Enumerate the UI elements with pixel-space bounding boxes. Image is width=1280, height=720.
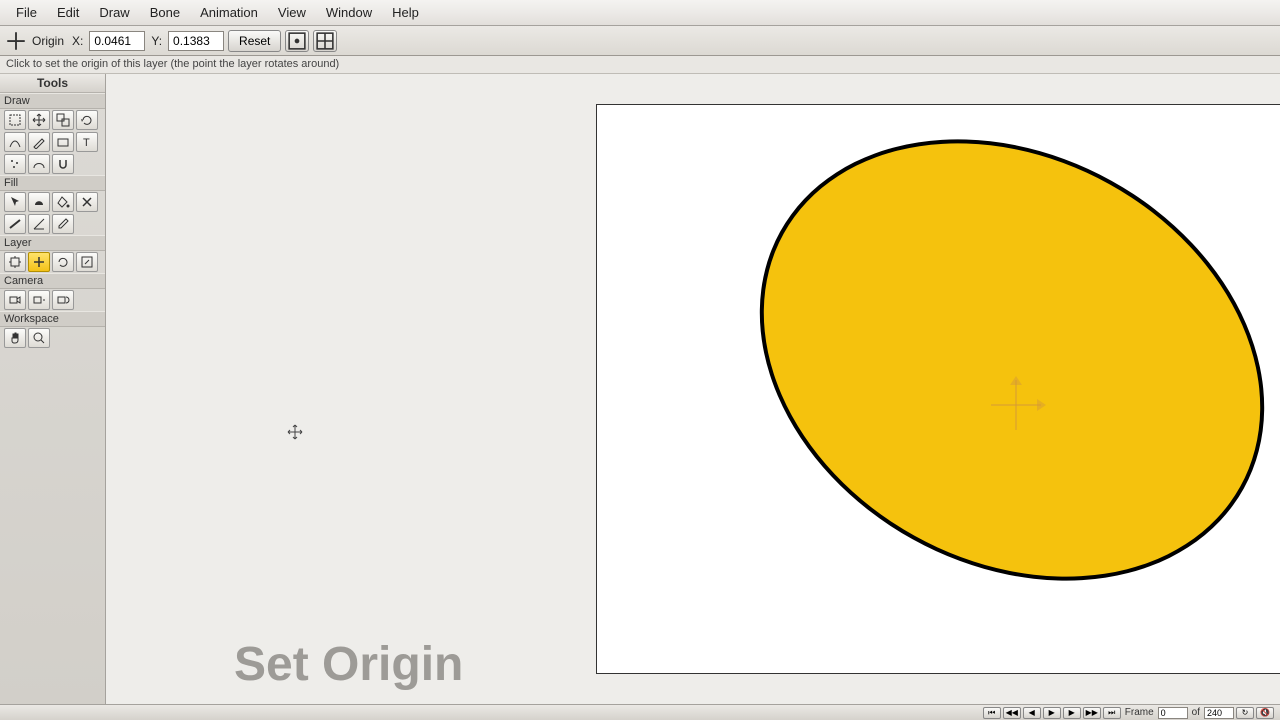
total-frames-input[interactable] xyxy=(1204,707,1234,719)
frame-back-button[interactable]: ◀ xyxy=(1023,707,1041,719)
scale-tool[interactable] xyxy=(52,110,74,130)
play-button[interactable]: ▶ xyxy=(1043,707,1061,719)
crosshair-icon xyxy=(314,30,336,52)
track-camera-tool[interactable] xyxy=(4,290,26,310)
rotate-tool[interactable] xyxy=(76,110,98,130)
menu-help[interactable]: Help xyxy=(382,2,429,23)
step-forward-button[interactable]: ▶▶ xyxy=(1083,707,1101,719)
options-bar: Origin X: Y: Reset xyxy=(0,26,1280,56)
group-draw-label: Draw xyxy=(0,93,105,109)
center-icon xyxy=(286,30,308,52)
move-cursor-icon xyxy=(287,424,303,440)
show-origin-button[interactable] xyxy=(313,30,337,52)
group-workspace-label: Workspace xyxy=(0,311,105,327)
add-point-tool[interactable] xyxy=(4,132,26,152)
eyedropper-tool[interactable] xyxy=(52,214,74,234)
create-shape-tool[interactable] xyxy=(28,192,50,212)
menu-edit[interactable]: Edit xyxy=(47,2,89,23)
rotate-layer-tool[interactable] xyxy=(52,252,74,272)
magnet-tool[interactable] xyxy=(52,154,74,174)
line-width-tool[interactable] xyxy=(4,214,26,234)
frame-label: Frame xyxy=(1125,707,1154,718)
timeline-bar: ⏮ ◀◀ ◀ ▶ ▶ ▶▶ ⏭ Frame of ↻ 🔇 xyxy=(0,704,1280,720)
group-layer-label: Layer xyxy=(0,235,105,251)
group-camera-label: Camera xyxy=(0,273,105,289)
menu-draw[interactable]: Draw xyxy=(89,2,139,23)
svg-text:T: T xyxy=(83,137,90,149)
canvas-area[interactable]: Set Origin xyxy=(106,74,1280,704)
menu-view[interactable]: View xyxy=(268,2,316,23)
group-fill-label: Fill xyxy=(0,175,105,191)
roll-camera-tool[interactable] xyxy=(52,290,74,310)
overlay-caption: Set Origin xyxy=(234,637,463,692)
scatter-tool[interactable] xyxy=(4,154,26,174)
reset-button[interactable]: Reset xyxy=(228,30,281,52)
menu-file[interactable]: File xyxy=(6,2,47,23)
mute-button[interactable]: 🔇 xyxy=(1256,707,1274,719)
pan-workspace-tool[interactable] xyxy=(4,328,26,348)
tools-panel: Tools Draw T Fill xyxy=(0,74,106,704)
curvature-tool[interactable] xyxy=(28,154,50,174)
hide-edge-tool[interactable] xyxy=(28,214,50,234)
step-back-button[interactable]: ◀◀ xyxy=(1003,707,1021,719)
frame-input[interactable] xyxy=(1158,707,1188,719)
translate-layer-tool[interactable] xyxy=(4,252,26,272)
paint-bucket-tool[interactable] xyxy=(52,192,74,212)
origin-y-input[interactable] xyxy=(168,31,224,51)
freehand-tool[interactable] xyxy=(28,132,50,152)
stage xyxy=(596,104,1280,674)
shape-tool[interactable] xyxy=(52,132,74,152)
loop-button[interactable]: ↻ xyxy=(1236,707,1254,719)
zoom-camera-tool[interactable] xyxy=(28,290,50,310)
frame-forward-button[interactable]: ▶ xyxy=(1063,707,1081,719)
center-origin-button[interactable] xyxy=(285,30,309,52)
menu-bone[interactable]: Bone xyxy=(140,2,190,23)
hint-bar: Click to set the origin of this layer (t… xyxy=(0,56,1280,74)
x-label: X: xyxy=(72,34,83,48)
set-origin-tool[interactable] xyxy=(28,252,50,272)
ellipse-shape[interactable] xyxy=(681,74,1280,668)
menu-bar: File Edit Draw Bone Animation View Windo… xyxy=(0,0,1280,26)
text-tool[interactable]: T xyxy=(76,132,98,152)
select-shape-tool[interactable] xyxy=(4,192,26,212)
rewind-button[interactable]: ⏮ xyxy=(983,707,1001,719)
scale-layer-tool[interactable] xyxy=(76,252,98,272)
end-button[interactable]: ⏭ xyxy=(1103,707,1121,719)
zoom-workspace-tool[interactable] xyxy=(28,328,50,348)
y-label: Y: xyxy=(151,34,162,48)
tool-name-label: Origin xyxy=(32,34,64,48)
tools-title: Tools xyxy=(0,74,105,93)
of-label: of xyxy=(1192,707,1200,718)
delete-shape-tool[interactable] xyxy=(76,192,98,212)
menu-animation[interactable]: Animation xyxy=(190,2,268,23)
menu-window[interactable]: Window xyxy=(316,2,382,23)
select-tool[interactable] xyxy=(4,110,26,130)
translate-tool[interactable] xyxy=(28,110,50,130)
origin-tool-icon xyxy=(6,31,26,51)
origin-x-input[interactable] xyxy=(89,31,145,51)
